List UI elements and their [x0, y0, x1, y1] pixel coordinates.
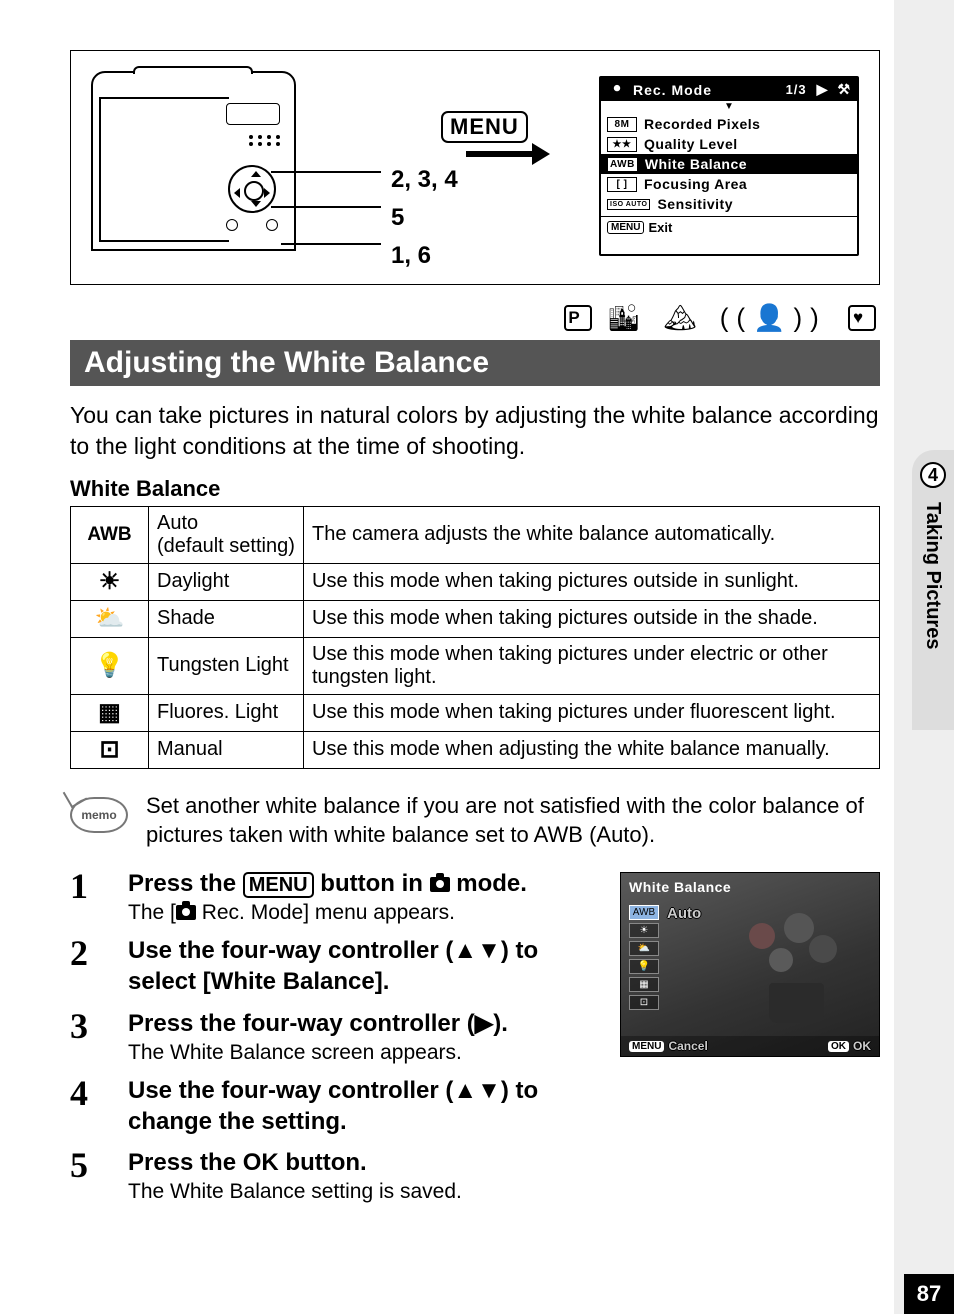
applicable-modes-row: P 🏙 🏔 ((👤)) ♥	[70, 301, 880, 334]
menu-button-inline: MENU	[243, 872, 314, 898]
table-row: AWBAuto(default setting)The camera adjus…	[71, 506, 880, 563]
wb-desc-cell: Use this mode when adjusting the white b…	[304, 731, 880, 768]
step-3: Press the four-way controller (▶). The W…	[70, 1008, 602, 1065]
wb-name-cell: Daylight	[149, 563, 304, 600]
wb-desc-cell: Use this mode when taking pictures outsi…	[304, 563, 880, 600]
step-5: Press the OK button. The White Balance s…	[70, 1147, 602, 1204]
camera-mode-icon	[176, 905, 196, 920]
white-balance-preview-screen: White Balance AWB☀⛅💡▦⊡ Auto MENU Cancel …	[620, 872, 880, 1057]
ok-button-inline: OK	[243, 1149, 279, 1176]
table-row: ☀DaylightUse this mode when taking pictu…	[71, 563, 880, 600]
menu-item-recorded-pixels: 8M Recorded Pixels	[601, 114, 857, 134]
menu-button-label: MENU	[441, 111, 528, 143]
wb-icon-cell: 💡	[71, 637, 149, 694]
rec-mode-title: Rec. Mode	[633, 82, 712, 98]
ok-chip-icon: OK	[828, 1041, 849, 1052]
memo-text: Set another white balance if you are not…	[146, 791, 880, 850]
table-row: ▦Fluores. LightUse this mode when taking…	[71, 694, 880, 731]
sample-image	[729, 913, 859, 1023]
four-way-controller-icon	[228, 165, 276, 213]
step-2: Use the four-way controller (▲▼) to sele…	[70, 935, 602, 997]
section-heading: Adjusting the White Balance	[70, 340, 880, 386]
white-balance-table: AWBAuto(default setting)The camera adjus…	[70, 506, 880, 769]
menu-item-focusing-area: [ ] Focusing Area	[601, 174, 857, 194]
wb-option: ⊡	[629, 995, 659, 1010]
controls-diagram: 2, 3, 4 5 1, 6 MENU Rec. Mode 1/3 ▶ ⚒ ▼ …	[70, 50, 880, 285]
wb-name-cell: Fluores. Light	[149, 694, 304, 731]
table-row: ⊡ManualUse this mode when adjusting the …	[71, 731, 880, 768]
wb-option: ⛅	[629, 941, 659, 956]
heart-mode-icon: ♥	[848, 305, 876, 331]
wb-desc-cell: Use this mode when taking pictures outsi…	[304, 600, 880, 637]
callout-16: 1, 6	[391, 237, 458, 275]
wb-desc-cell: Use this mode when taking pictures under…	[304, 694, 880, 731]
setup-icon: ⚒	[837, 81, 851, 98]
wb-icon-cell: AWB	[71, 506, 149, 563]
callout-234: 2, 3, 4	[391, 161, 458, 199]
rec-mode-menu-screen: Rec. Mode 1/3 ▶ ⚒ ▼ 8M Recorded Pixels ★…	[599, 76, 859, 256]
wb-icon-cell: ▦	[71, 694, 149, 731]
table-row: 💡Tungsten LightUse this mode when taking…	[71, 637, 880, 694]
program-mode-icon: P	[564, 305, 592, 331]
chapter-tab: 4 Taking Pictures	[912, 450, 954, 730]
wb-icon-cell: ☀	[71, 563, 149, 600]
wb-name-cell: Shade	[149, 600, 304, 637]
camera-mode-icon	[430, 877, 450, 892]
cancel-label: Cancel	[668, 1039, 707, 1053]
chapter-label: Taking Pictures	[921, 502, 944, 649]
portrait-mode-icon: ((👤))	[720, 303, 827, 333]
wb-name-cell: Manual	[149, 731, 304, 768]
wb-icon-cell: ⊡	[71, 731, 149, 768]
wb-selected-label: Auto	[667, 905, 701, 922]
diagram-callouts: 2, 3, 4 5 1, 6	[391, 161, 458, 275]
intro-paragraph: You can take pictures in natural colors …	[70, 400, 880, 462]
wb-option: AWB	[629, 905, 659, 920]
menu-item-white-balance: AWB White Balance	[601, 154, 857, 174]
menu-item-sensitivity: ISO AUTO Sensitivity	[601, 194, 857, 214]
menu-item-quality-level: ★★ Quality Level	[601, 134, 857, 154]
wb-name-cell: Auto(default setting)	[149, 506, 304, 563]
rec-mode-page: 1/3	[786, 82, 807, 97]
wb-desc-cell: The camera adjusts the white balance aut…	[304, 506, 880, 563]
wb-option-list: AWB ☀ ⛅ 💡 ▦ ⊡	[629, 905, 659, 1010]
step-1: Press the MENU button in mode. The [ Rec…	[70, 868, 602, 925]
wb-option: 💡	[629, 959, 659, 974]
arrow-right-icon	[466, 151, 536, 157]
wb-name-cell: Tungsten Light	[149, 637, 304, 694]
landscape-mode-icon: 🏔	[664, 303, 705, 333]
wb-option: ▦	[629, 977, 659, 992]
chapter-number: 4	[920, 462, 946, 488]
table-row: ⛅ShadeUse this mode when taking pictures…	[71, 600, 880, 637]
wb-screen-title: White Balance	[629, 879, 731, 895]
night-mode-icon: 🏙	[607, 303, 648, 333]
memo-icon: memo	[70, 791, 128, 833]
wb-desc-cell: Use this mode when taking pictures under…	[304, 637, 880, 694]
camera-illustration	[91, 71, 296, 251]
step-4: Use the four-way controller (▲▼) to chan…	[70, 1075, 602, 1137]
menu-chip-icon: MENU	[629, 1041, 664, 1052]
wb-icon-cell: ⛅	[71, 600, 149, 637]
callout-5: 5	[391, 199, 458, 237]
menu-chip-icon: MENU	[607, 221, 644, 234]
ok-label: OK	[853, 1039, 871, 1053]
exit-label: Exit	[648, 220, 672, 235]
camera-icon	[607, 81, 627, 98]
table-caption: White Balance	[70, 476, 880, 502]
wb-option: ☀	[629, 923, 659, 938]
page-number: 87	[904, 1274, 954, 1314]
